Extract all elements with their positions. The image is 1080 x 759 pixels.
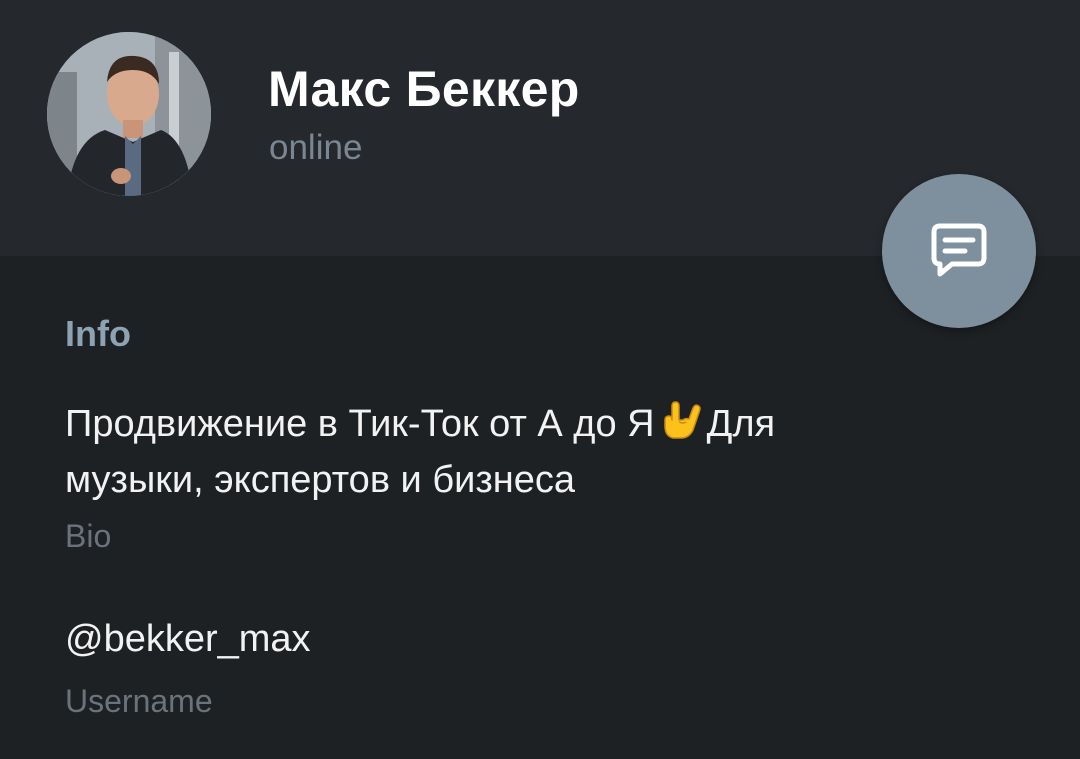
- username-label: Username: [65, 683, 213, 719]
- send-message-button[interactable]: [882, 174, 1036, 328]
- info-section-title: Info: [65, 313, 131, 354]
- avatar[interactable]: [47, 32, 211, 196]
- bio-line-1: Продвижение в Тик-Ток от А до Я Для: [65, 398, 945, 455]
- message-icon: [931, 223, 987, 277]
- bio-text[interactable]: Продвижение в Тик-Ток от А до Я Для музы…: [65, 398, 945, 505]
- avatar-photo: [47, 32, 211, 196]
- online-status: online: [269, 128, 363, 167]
- bio-label: Bio: [65, 518, 112, 554]
- username-value[interactable]: @bekker_max: [65, 618, 311, 661]
- profile-name: Макс Беккер: [268, 61, 580, 117]
- bio-text-part: Продвижение в Тик-Ток от А до Я: [65, 403, 655, 445]
- bio-text-part: Для: [706, 403, 776, 445]
- love-you-gesture-emoji: [659, 398, 703, 455]
- bio-line-2: музыки, экспертов и бизнеса: [65, 459, 576, 501]
